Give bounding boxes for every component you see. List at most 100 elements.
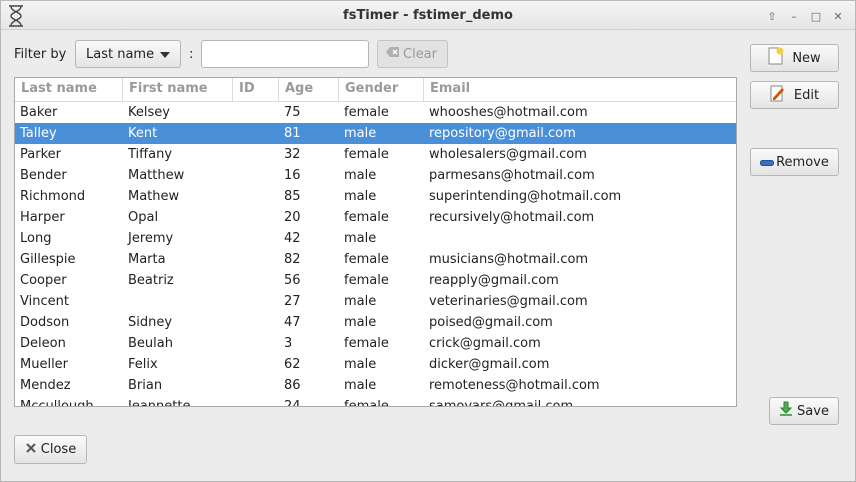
table-cell: crick@gmail.com <box>429 336 541 351</box>
table-row[interactable]: Bender Matthew 16 male parmesans@hotmail.com <box>15 165 736 186</box>
column-header-gender[interactable]: Gender <box>339 78 424 102</box>
table-cell: Cooper <box>20 273 67 288</box>
table-row[interactable]: Mccullough Jeannette 24 female samovars@gmai… <box>15 396 736 407</box>
column-header-age[interactable]: Age <box>279 78 339 102</box>
table-cell: Gillespie <box>20 252 76 267</box>
table-cell: 81 <box>284 126 301 141</box>
table-row[interactable]: Long Jeremy 42 male <box>15 228 736 249</box>
save-icon <box>779 401 793 421</box>
table-cell: 85 <box>284 189 301 204</box>
table-row[interactable]: Deleon Beulah 3 female crick@gmail.com <box>15 333 736 354</box>
minimize-icon[interactable]: – <box>785 8 803 24</box>
table-cell: 75 <box>284 105 301 120</box>
table-row[interactable]: Vincent 27 male veterinaries@gmail.com <box>15 291 736 312</box>
table-cell: Baker <box>20 105 58 120</box>
table-cell: Tiffany <box>128 147 173 162</box>
table-body: Baker Kelsey 75 female whooshes@hotmail.com T… <box>15 102 736 407</box>
table-cell: female <box>344 210 389 225</box>
filter-field-dropdown[interactable]: Last name <box>75 40 181 68</box>
table-cell <box>233 228 279 249</box>
table-row[interactable]: Mendez Brian 86 male remoteness@hotmail.com <box>15 375 736 396</box>
table-cell: Mueller <box>20 357 69 372</box>
table-cell <box>233 291 279 312</box>
table-row[interactable]: Harper Opal 20 female recursively@hotmail.co… <box>15 207 736 228</box>
table-cell: Brian <box>128 378 163 393</box>
table-cell <box>233 165 279 186</box>
edit-button[interactable]: Edit <box>750 81 839 109</box>
table-cell: 24 <box>284 399 301 407</box>
table-cell: poised@gmail.com <box>429 315 553 330</box>
column-header-last-name[interactable]: Last name <box>15 78 123 102</box>
table-cell: 42 <box>284 231 301 246</box>
registrants-table[interactable]: Last name First name ID Age Gender Email… <box>14 77 737 407</box>
table-cell: male <box>344 168 377 183</box>
table-cell: Felix <box>128 357 158 372</box>
table-cell: veterinaries@gmail.com <box>429 294 588 309</box>
app-window: fsTimer - fstimer_demo ⇧ – □ ✕ Filter by… <box>0 0 856 482</box>
table-cell: Talley <box>20 126 57 141</box>
table-cell: remoteness@hotmail.com <box>429 378 600 393</box>
table-cell: Sidney <box>128 315 173 330</box>
table-cell <box>123 291 233 312</box>
table-row[interactable]: Cooper Beatriz 56 female reapply@gmail.com <box>15 270 736 291</box>
clear-button[interactable]: Clear <box>377 40 448 68</box>
table-cell: Beulah <box>128 336 173 351</box>
table-cell <box>233 186 279 207</box>
table-cell: female <box>344 273 389 288</box>
remove-icon <box>760 155 775 170</box>
table-cell: male <box>344 315 377 330</box>
table-cell: Long <box>20 231 52 246</box>
table-cell: Mccullough <box>20 399 94 407</box>
column-header-email[interactable]: Email <box>424 78 736 102</box>
filter-input[interactable] <box>201 40 369 68</box>
table-cell: 62 <box>284 357 301 372</box>
table-cell <box>233 123 279 144</box>
table-cell <box>233 333 279 354</box>
table-cell <box>233 270 279 291</box>
table-cell: Parker <box>20 147 61 162</box>
column-header-id[interactable]: ID <box>233 78 279 102</box>
table-cell <box>233 207 279 228</box>
table-row[interactable]: Talley Kent 81 male repository@gmail.com <box>15 123 736 144</box>
table-cell: female <box>344 147 389 162</box>
table-cell: female <box>344 336 389 351</box>
table-cell: reapply@gmail.com <box>429 273 559 288</box>
table-cell: Dodson <box>20 315 70 330</box>
column-header-first-name[interactable]: First name <box>123 78 233 102</box>
remove-button[interactable]: Remove <box>750 148 839 176</box>
close-icon <box>25 442 37 458</box>
table-cell: male <box>344 378 377 393</box>
table-cell: 82 <box>284 252 301 267</box>
filter-colon: : <box>189 47 194 62</box>
edit-label: Edit <box>793 87 820 103</box>
table-cell: Deleon <box>20 336 66 351</box>
table-row[interactable]: Parker Tiffany 32 female wholesalers@gmail.c… <box>15 144 736 165</box>
table-cell: 16 <box>284 168 301 183</box>
close-window-icon[interactable]: ✕ <box>829 8 847 24</box>
maximize-icon[interactable]: □ <box>807 8 825 24</box>
table-cell: 56 <box>284 273 301 288</box>
table-cell: Kelsey <box>128 105 170 120</box>
close-button[interactable]: Close <box>14 435 87 464</box>
close-label: Close <box>40 442 77 457</box>
chevron-down-icon <box>160 52 170 58</box>
table-cell: male <box>344 126 377 141</box>
table-cell: Vincent <box>20 294 69 309</box>
table-row[interactable]: Dodson Sidney 47 male poised@gmail.com <box>15 312 736 333</box>
table-cell: 27 <box>284 294 301 309</box>
table-row[interactable]: Gillespie Marta 82 female musicians@hotmail.… <box>15 249 736 270</box>
maximize-up-icon[interactable]: ⇧ <box>763 8 781 24</box>
table-cell: repository@gmail.com <box>429 126 576 141</box>
table-cell: female <box>344 399 389 407</box>
table-cell <box>233 249 279 270</box>
table-cell: male <box>344 294 377 309</box>
table-row[interactable]: Richmond Mathew 85 male superintending@hotma… <box>15 186 736 207</box>
save-button[interactable]: Save <box>769 397 839 425</box>
title-bar[interactable]: fsTimer - fstimer_demo ⇧ – □ ✕ <box>1 1 855 30</box>
table-row[interactable]: Mueller Felix 62 male dicker@gmail.com <box>15 354 736 375</box>
table-cell <box>233 354 279 375</box>
table-row[interactable]: Baker Kelsey 75 female whooshes@hotmail.com <box>15 102 736 123</box>
new-button[interactable]: New <box>750 44 839 72</box>
table-header: Last name First name ID Age Gender Email <box>15 78 736 102</box>
table-cell <box>233 144 279 165</box>
